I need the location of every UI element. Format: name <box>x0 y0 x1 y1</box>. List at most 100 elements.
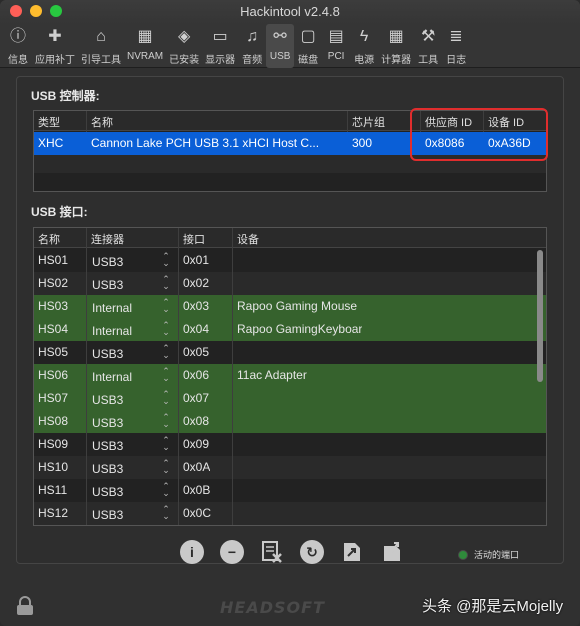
toolbar-item-usb[interactable]: ⚯ USB <box>266 24 295 68</box>
main-panel: USB 控制器: 类型 名称 芯片组 供应商 ID 设备 ID XHC Cann… <box>16 76 564 564</box>
legend-dot-icon <box>458 549 468 560</box>
toolbar-item-label: 应用补丁 <box>35 55 75 66</box>
toolbar-item-label: NVRAM <box>127 51 164 62</box>
port-connector[interactable]: Internal <box>92 370 132 384</box>
controller-chipset: 300 <box>352 136 373 150</box>
port-row[interactable]: HS11 USB3 0x0B ⌃ ⌄ <box>34 479 546 502</box>
toolbar-item-chip[interactable]: ▦ NVRAM <box>124 24 166 68</box>
speaker-icon: ♫ <box>246 28 259 45</box>
toolbar-item-box[interactable]: ◈ 已安装 <box>166 24 202 68</box>
toolbar-item-label: USB <box>269 51 291 62</box>
port-name: HS03 <box>38 299 69 313</box>
port-row[interactable]: HS03 Internal 0x03 Rapoo Gaming Mouse ⌃ ⌄ <box>34 295 546 318</box>
export-button[interactable] <box>380 540 404 564</box>
port-name: HS10 <box>38 460 69 474</box>
toolbar-item-power[interactable]: ϟ 电源 <box>350 24 378 68</box>
port-connector[interactable]: USB3 <box>92 416 123 430</box>
connector-stepper-icon[interactable]: ⌃ ⌄ <box>162 252 170 268</box>
refresh-button[interactable]: ↻ <box>300 540 324 564</box>
lock-icon[interactable] <box>14 596 36 616</box>
watermark-text: 头条 @那是云Mojelly <box>422 598 564 615</box>
port-row[interactable]: HS08 USB3 0x08 ⌃ ⌄ <box>34 410 546 433</box>
port-connector[interactable]: USB3 <box>92 439 123 453</box>
port-connector[interactable]: Internal <box>92 301 132 315</box>
connector-stepper-icon[interactable]: ⌃ ⌄ <box>162 367 170 383</box>
port-row[interactable]: HS12 USB3 0x0C ⌃ ⌄ <box>34 502 546 525</box>
toolbar-item-monitor[interactable]: ▭ 显示器 <box>202 24 238 68</box>
column-header-type[interactable]: 类型 <box>38 114 60 130</box>
controller-name: Cannon Lake PCH USB 3.1 xHCI Host C... <box>91 136 320 150</box>
port-connector[interactable]: USB3 <box>92 393 123 407</box>
connector-stepper-icon[interactable]: ⌃ ⌄ <box>162 298 170 314</box>
toolbar-item-label: 显示器 <box>205 55 236 66</box>
column-header-port-name[interactable]: 名称 <box>38 231 60 247</box>
connector-stepper-icon[interactable]: ⌃ ⌄ <box>162 275 170 291</box>
calculator-icon: ▦ <box>388 28 404 45</box>
toolbar-item-log[interactable]: ≣ 日志 <box>442 24 470 68</box>
port-address: 0x05 <box>183 345 210 359</box>
connector-stepper-icon[interactable]: ⌃ ⌄ <box>162 436 170 452</box>
port-name: HS05 <box>38 345 69 359</box>
port-address: 0x04 <box>183 322 210 336</box>
connector-stepper-icon[interactable]: ⌃ ⌄ <box>162 413 170 429</box>
port-connector[interactable]: USB3 <box>92 485 123 499</box>
connector-stepper-icon[interactable]: ⌃ ⌄ <box>162 344 170 360</box>
port-row[interactable]: HS05 USB3 0x05 ⌃ ⌄ <box>34 341 546 364</box>
port-address: 0x06 <box>183 368 210 382</box>
connector-stepper-icon[interactable]: ⌃ ⌄ <box>162 321 170 337</box>
port-name: HS07 <box>38 391 69 405</box>
port-name: HS11 <box>38 483 68 497</box>
connector-stepper-icon[interactable]: ⌃ ⌄ <box>162 482 170 498</box>
inject-button[interactable] <box>340 540 364 564</box>
active-port-legend: 活动的端口 <box>458 548 519 561</box>
column-header-port[interactable]: 接口 <box>183 231 205 247</box>
toolbar-item-pci[interactable]: ▤ PCI <box>322 24 350 68</box>
port-connector[interactable]: USB3 <box>92 462 123 476</box>
column-header-connector[interactable]: 连接器 <box>91 231 124 247</box>
title-bar: Hackintool v2.4.8 <box>0 0 580 24</box>
toolbar-item-label: 日志 <box>446 55 467 66</box>
bandage-icon: ✚ <box>48 28 62 45</box>
column-header-chipset[interactable]: 芯片组 <box>352 114 385 130</box>
port-address: 0x01 <box>183 253 210 267</box>
info-button[interactable]: i <box>180 540 204 564</box>
toolbar-item-boot[interactable]: ⌂ 引导工具 <box>78 24 124 68</box>
port-device: Rapoo Gaming Mouse <box>237 299 358 313</box>
connector-stepper-icon[interactable]: ⌃ ⌄ <box>162 390 170 406</box>
column-header-name[interactable]: 名称 <box>91 114 113 130</box>
column-header-device[interactable]: 设备 <box>237 231 259 247</box>
port-row[interactable]: HS04 Internal 0x04 Rapoo GamingKeyboar ⌃ ⌄ <box>34 318 546 341</box>
toolbar-item-calculator[interactable]: ▦ 计算器 <box>378 24 414 68</box>
connector-stepper-icon[interactable]: ⌃ ⌄ <box>162 505 170 521</box>
toolbar-item-speaker[interactable]: ♫ 音频 <box>238 24 266 68</box>
toolbar-item-bandage[interactable]: ✚ 应用补丁 <box>32 24 78 68</box>
port-row[interactable]: HS06 Internal 0x06 11ac Adapter ⌃ ⌄ <box>34 364 546 387</box>
toolbar-item-disk[interactable]: ▢ 磁盘 <box>294 24 322 68</box>
ports-scrollbar-thumb[interactable] <box>537 250 543 382</box>
clear-button[interactable] <box>260 540 284 564</box>
port-row[interactable]: HS07 USB3 0x07 ⌃ ⌄ <box>34 387 546 410</box>
info-icon: ⓘ <box>9 28 26 45</box>
port-connector[interactable]: Internal <box>92 324 132 338</box>
monitor-icon: ▭ <box>212 28 228 45</box>
usb-ports-table: 名称 连接器 接口 设备 HS01 USB3 0x01 ⌃ ⌄ HS02 USB3 0x02 ⌃… <box>33 227 547 526</box>
usb-ports-label: USB 接口: <box>31 205 88 219</box>
ports-scrollbar[interactable] <box>536 250 544 523</box>
port-row[interactable]: HS02 USB3 0x02 ⌃ ⌄ <box>34 272 546 295</box>
port-device: Rapoo GamingKeyboar <box>237 322 363 336</box>
port-row[interactable]: HS01 USB3 0x01 ⌃ ⌄ <box>34 249 546 272</box>
usb-icon: ⚯ <box>273 28 287 45</box>
port-connector[interactable]: USB3 <box>92 347 123 361</box>
port-connector[interactable]: USB3 <box>92 278 123 292</box>
connector-stepper-icon[interactable]: ⌃ ⌄ <box>162 459 170 475</box>
toolbar: ⓘ 信息 ✚ 应用补丁 ⌂ 引导工具 ▦ NVRAM ◈ 已安装 ▭ 显示器 ♫ 音频 ⚯ USB ▢ 磁盘 ▤ PC… <box>0 24 580 68</box>
port-connector[interactable]: USB3 <box>92 255 123 269</box>
toolbar-item-wrench[interactable]: ⚒ 工具 <box>414 24 442 68</box>
remove-button[interactable]: − <box>220 540 244 564</box>
empty-row <box>34 173 546 191</box>
log-icon: ≣ <box>449 28 463 45</box>
toolbar-item-info[interactable]: ⓘ 信息 <box>4 24 32 68</box>
port-row[interactable]: HS10 USB3 0x0A ⌃ ⌄ <box>34 456 546 479</box>
port-connector[interactable]: USB3 <box>92 508 123 522</box>
port-row[interactable]: HS09 USB3 0x09 ⌃ ⌄ <box>34 433 546 456</box>
